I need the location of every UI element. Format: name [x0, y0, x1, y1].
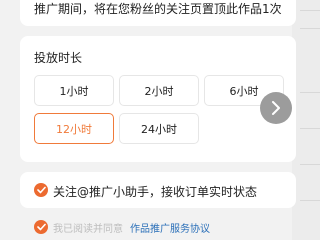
duration-option-label: 6小时 [229, 84, 259, 98]
scroll-right-button[interactable] [260, 92, 292, 124]
chevron-right-icon [272, 101, 280, 115]
background-divider [300, 200, 320, 201]
agreement-checkbox[interactable] [34, 220, 48, 234]
duration-title: 投放时长 [34, 51, 83, 65]
agreement-link[interactable]: 作品推广服务协议 [130, 220, 210, 235]
notice-card: 推广期间，将在您粉丝的关注页置顶此作品1次 [20, 0, 296, 26]
duration-option-1h[interactable]: 1小时 [34, 75, 114, 106]
background-divider [300, 28, 320, 29]
duration-option-label: 24小时 [141, 122, 177, 136]
agreement-prefix: 我已阅读并同意 [53, 224, 123, 235]
duration-option-24h[interactable]: 24小时 [119, 113, 199, 144]
duration-card: 投放时长 1小时 2小时 6小时 12小时 24小时 [20, 36, 296, 162]
background-page-strip [292, 0, 320, 240]
follow-assistant-card: 关注@推广小助手，接收订单实时状态 [20, 172, 296, 208]
check-icon [36, 186, 46, 194]
notice-text: 推广期间，将在您粉丝的关注页置顶此作品1次 [34, 2, 282, 16]
duration-option-2h[interactable]: 2小时 [119, 75, 199, 106]
background-divider [300, 92, 320, 93]
follow-checkbox[interactable] [34, 183, 48, 197]
duration-option-label: 2小时 [144, 84, 174, 98]
background-divider [300, 128, 320, 129]
background-divider [300, 164, 320, 165]
background-divider [300, 10, 320, 11]
duration-option-12h[interactable]: 12小时 [34, 113, 114, 144]
duration-option-label: 12小时 [56, 122, 92, 136]
check-icon [36, 223, 46, 231]
follow-text: 关注@推广小助手，接收订单实时状态 [53, 185, 258, 199]
duration-option-label: 1小时 [59, 84, 89, 98]
